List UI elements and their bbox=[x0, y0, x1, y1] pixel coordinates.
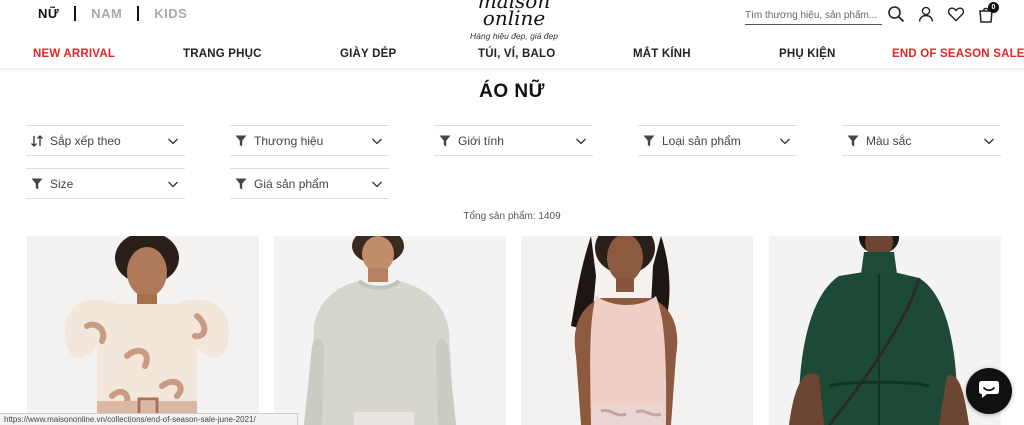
chevron-down-icon bbox=[576, 138, 586, 144]
search-box bbox=[745, 5, 882, 25]
product-card[interactable] bbox=[521, 236, 753, 425]
filter-label: Loại sản phẩm bbox=[662, 133, 741, 148]
filter-price[interactable]: Giá sản phẩm bbox=[230, 168, 389, 199]
filter-label: Thương hiệu bbox=[254, 133, 324, 148]
nav-bags[interactable]: TÚI, VÍ, BALO bbox=[478, 48, 555, 60]
chevron-down-icon bbox=[372, 181, 382, 187]
filter-label: Size bbox=[50, 176, 74, 191]
chevron-down-icon bbox=[984, 138, 994, 144]
tab-men[interactable]: NAM bbox=[91, 6, 122, 21]
sort-icon bbox=[30, 134, 44, 148]
total-products: Tổng sản phẩm: 1409 bbox=[463, 211, 561, 222]
tab-kids[interactable]: KIDS bbox=[154, 6, 187, 21]
filter-icon bbox=[234, 134, 248, 148]
filter-icon bbox=[438, 134, 452, 148]
filter-size[interactable]: Size bbox=[26, 168, 185, 199]
filter-color[interactable]: Màu sắc bbox=[842, 125, 1001, 156]
browser-status-bar: https://www.maisononline.vn/collections/… bbox=[0, 413, 298, 425]
product-image bbox=[521, 236, 753, 425]
filter-sort[interactable]: Sắp xếp theo bbox=[26, 125, 185, 156]
product-card[interactable] bbox=[27, 236, 259, 425]
product-image bbox=[274, 236, 506, 425]
chevron-down-icon bbox=[372, 138, 382, 144]
nav-new-arrival[interactable]: NEW ARRIVAL bbox=[33, 48, 115, 60]
filter-icon bbox=[642, 134, 656, 148]
logo-tagline: Hàng hiệu đẹp, giá đẹp bbox=[470, 31, 558, 41]
nav-clothing[interactable]: TRANG PHỤC bbox=[183, 48, 262, 60]
cart-count-badge: 0 bbox=[988, 2, 999, 13]
nav-divider bbox=[0, 68, 1024, 72]
nav-shoes[interactable]: GIÀY DÉP bbox=[340, 48, 396, 60]
search-icon[interactable] bbox=[887, 5, 905, 23]
filter-product-type[interactable]: Loại sản phẩm bbox=[638, 125, 797, 156]
product-card[interactable] bbox=[274, 236, 506, 425]
filter-brand[interactable]: Thương hiệu bbox=[230, 125, 389, 156]
user-icon[interactable] bbox=[917, 5, 935, 23]
gender-tabs: NỮ NAM KIDS bbox=[38, 6, 187, 21]
site-logo[interactable]: maison online Hàng hiệu đẹp, giá đẹp bbox=[462, 0, 566, 41]
filter-gender[interactable]: Giới tính bbox=[434, 125, 593, 156]
filter-icon bbox=[234, 177, 248, 191]
top-bar: NỮ NAM KIDS maison online Hàng hiệu đẹp,… bbox=[0, 0, 1024, 41]
heart-icon[interactable] bbox=[947, 5, 965, 23]
divider bbox=[74, 6, 77, 21]
chevron-down-icon bbox=[168, 138, 178, 144]
main-nav: NEW ARRIVAL TRANG PHỤC GIÀY DÉP TÚI, VÍ,… bbox=[0, 48, 1024, 66]
page-title: ÁO NỮ bbox=[479, 81, 545, 102]
tab-women[interactable]: NỮ bbox=[38, 6, 59, 21]
product-image bbox=[27, 236, 259, 425]
chat-icon bbox=[978, 379, 1000, 404]
filter-label: Sắp xếp theo bbox=[50, 133, 121, 148]
cart-icon[interactable]: 0 bbox=[977, 2, 999, 23]
chevron-down-icon bbox=[780, 138, 790, 144]
nav-end-of-season-sale[interactable]: END OF SEASON SALE bbox=[892, 48, 1024, 60]
filter-icon bbox=[30, 177, 44, 191]
chevron-down-icon bbox=[168, 181, 178, 187]
filter-label: Giới tính bbox=[458, 133, 504, 148]
divider bbox=[137, 6, 140, 21]
filter-icon bbox=[846, 134, 860, 148]
nav-eyewear[interactable]: MẮT KÍNH bbox=[633, 48, 691, 60]
header-icons: 0 bbox=[887, 2, 999, 23]
search-input[interactable] bbox=[745, 10, 882, 21]
chat-button[interactable] bbox=[966, 368, 1012, 414]
filter-label: Giá sản phẩm bbox=[254, 176, 329, 191]
filter-label: Màu sắc bbox=[866, 133, 912, 148]
nav-accessories[interactable]: PHỤ KIỆN bbox=[779, 48, 836, 60]
